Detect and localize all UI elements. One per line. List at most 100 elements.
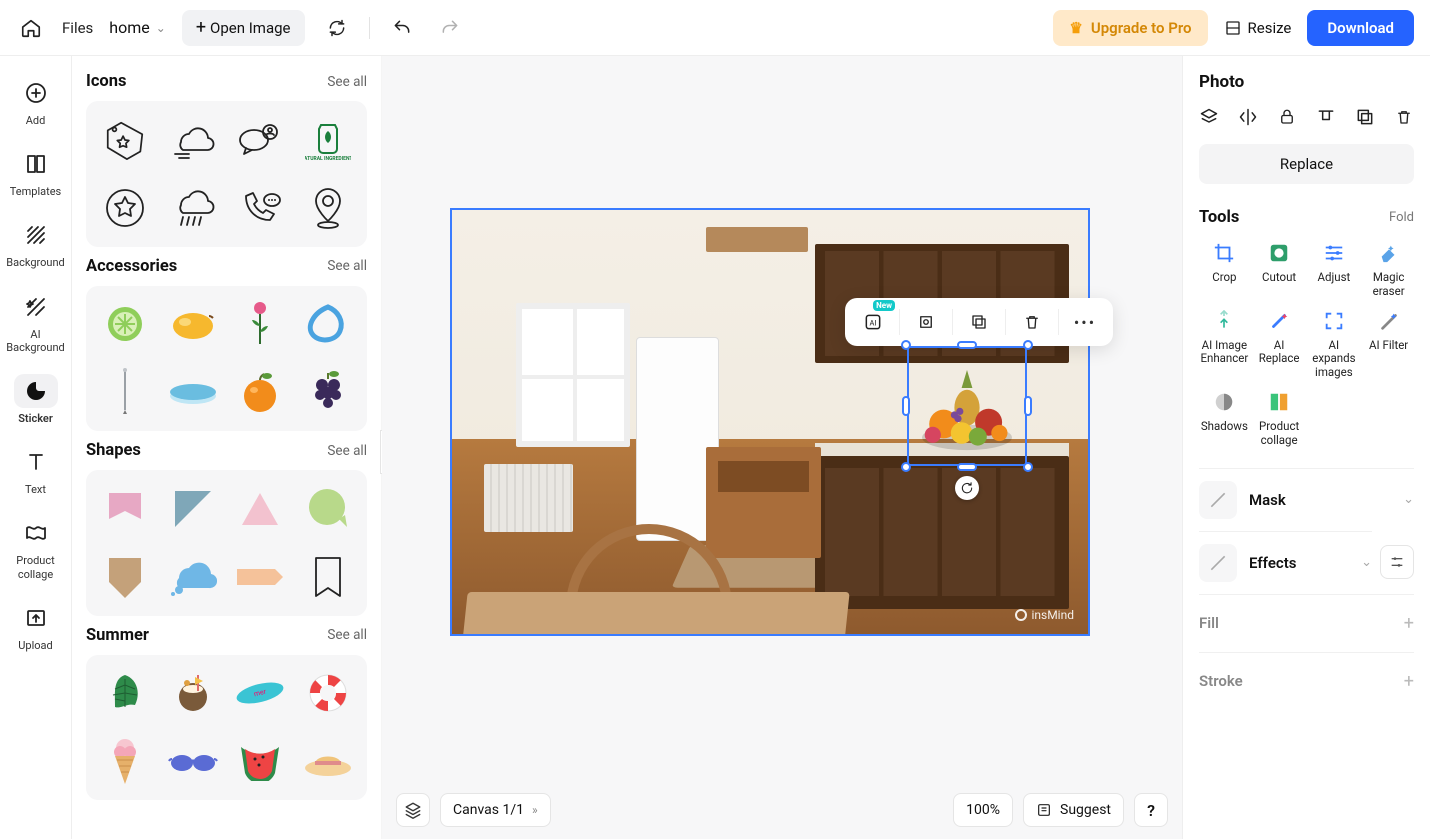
rail-templates[interactable]: Templates xyxy=(4,141,68,204)
canvas-chip[interactable]: Canvas 1/1 » xyxy=(440,793,551,827)
tool-magic-eraser[interactable]: Magic eraser xyxy=(1363,241,1414,299)
mask-accordion[interactable]: Mask ⌄ xyxy=(1199,468,1414,531)
suggest-button[interactable]: Suggest xyxy=(1023,793,1124,827)
rail-sticker[interactable]: Sticker xyxy=(4,368,68,431)
sunglasses-sticker[interactable] xyxy=(164,732,222,790)
needle-sticker[interactable] xyxy=(96,363,154,421)
orange-sticker[interactable] xyxy=(232,363,290,421)
resize-edge-bottom[interactable] xyxy=(957,463,977,471)
effects-accordion[interactable]: Effects ⌄ xyxy=(1199,531,1372,594)
ice-cream-sticker[interactable] xyxy=(96,732,154,790)
replace-button[interactable]: Replace xyxy=(1199,144,1414,184)
rail-product-collage[interactable]: Product collage xyxy=(4,510,68,586)
redo-button[interactable] xyxy=(434,12,466,44)
surfboard-sticker[interactable]: mer xyxy=(232,665,290,723)
lock-button[interactable] xyxy=(1277,106,1298,128)
fold-button[interactable]: Fold xyxy=(1389,210,1414,225)
see-all-shapes[interactable]: See all xyxy=(327,443,367,459)
mango-sticker[interactable] xyxy=(164,296,222,354)
layers-button[interactable] xyxy=(396,793,430,827)
tool-ai-enhancer[interactable]: AI Image Enhancer xyxy=(1199,309,1250,380)
project-dropdown[interactable]: home ⌄ xyxy=(109,18,166,37)
tool-shadows[interactable]: Shadows xyxy=(1199,390,1250,448)
rail-upload[interactable]: Upload xyxy=(4,595,68,658)
home-button[interactable] xyxy=(16,13,46,43)
see-all-accessories[interactable]: See all xyxy=(327,258,367,274)
ai-magic-button[interactable]: AI New xyxy=(855,304,891,340)
resize-edge-left[interactable] xyxy=(902,396,910,416)
tool-crop[interactable]: Crop xyxy=(1199,241,1250,299)
phone-chat-icon[interactable] xyxy=(232,179,290,237)
water-tray-sticker[interactable] xyxy=(164,363,222,421)
see-all-summer[interactable]: See all xyxy=(327,627,367,643)
tool-cutout[interactable]: Cutout xyxy=(1254,241,1305,299)
triangle-pink-shape[interactable] xyxy=(232,480,290,538)
zoom-chip[interactable]: 100% xyxy=(953,793,1013,827)
triangle-cut-blue-shape[interactable] xyxy=(164,480,222,538)
shield-tan-shape[interactable] xyxy=(96,548,154,606)
help-button[interactable]: ? xyxy=(1134,793,1168,827)
tool-adjust[interactable]: Adjust xyxy=(1309,241,1360,299)
selected-sticker[interactable] xyxy=(907,346,1027,466)
star-badge-icon[interactable] xyxy=(96,179,154,237)
upgrade-button[interactable]: ♛ Upgrade to Pro xyxy=(1053,10,1207,46)
natural-ingredients-icon[interactable]: NATURAL INGREDIENTS xyxy=(299,111,357,169)
grapes-sticker[interactable] xyxy=(299,363,357,421)
tool-product-collage[interactable]: Product collage xyxy=(1254,390,1305,448)
lifebuoy-sticker[interactable] xyxy=(299,665,357,723)
see-all-icons[interactable]: See all xyxy=(327,74,367,90)
more-button[interactable]: ••• xyxy=(1067,304,1103,340)
rail-background[interactable]: Background xyxy=(4,212,68,275)
cloud-rain-icon[interactable] xyxy=(164,179,222,237)
delete-layer-button[interactable] xyxy=(1393,106,1414,128)
tag-peach-shape[interactable] xyxy=(232,548,290,606)
tag-star-icon[interactable] xyxy=(96,111,154,169)
tool-ai-filter[interactable]: AI Filter xyxy=(1363,309,1414,380)
fill-row[interactable]: Fill + xyxy=(1199,594,1414,652)
download-button[interactable]: Download xyxy=(1307,10,1414,46)
speech-round-green-shape[interactable] xyxy=(299,480,357,538)
resize-handle-tl[interactable] xyxy=(901,340,911,350)
rotate-handle[interactable] xyxy=(955,476,979,500)
tool-ai-expand[interactable]: AI expands images xyxy=(1309,309,1360,380)
duplicate-button[interactable] xyxy=(961,304,997,340)
location-pin-icon[interactable] xyxy=(299,179,357,237)
resize-handle-br[interactable] xyxy=(1023,462,1033,472)
bookmark-outline-shape[interactable] xyxy=(299,548,357,606)
resize-button[interactable]: Resize xyxy=(1224,19,1292,37)
coconut-drink-sticker[interactable] xyxy=(164,665,222,723)
cloud-wind-icon[interactable] xyxy=(164,111,222,169)
ai-background-icon xyxy=(24,295,48,319)
delete-button[interactable] xyxy=(1014,304,1050,340)
water-splash-sticker[interactable] xyxy=(299,296,357,354)
rail-ai-background[interactable]: AI Background xyxy=(4,284,68,360)
resize-edge-top[interactable] xyxy=(957,341,977,349)
cucumber-sticker[interactable] xyxy=(96,296,154,354)
align-button[interactable] xyxy=(1315,106,1336,128)
effects-settings-button[interactable] xyxy=(1380,545,1414,579)
rose-sticker[interactable] xyxy=(232,296,290,354)
resize-edge-right[interactable] xyxy=(1024,396,1032,416)
stroke-row[interactable]: Stroke + xyxy=(1199,652,1414,710)
crop-in-toolbar[interactable] xyxy=(908,304,944,340)
rail-text[interactable]: Text xyxy=(4,439,68,502)
flip-button[interactable] xyxy=(1238,106,1259,128)
undo-button[interactable] xyxy=(386,12,418,44)
resize-handle-tr[interactable] xyxy=(1023,340,1033,350)
sync-button[interactable] xyxy=(321,12,353,44)
tool-ai-replace[interactable]: AI Replace xyxy=(1254,309,1305,380)
layer-order-button[interactable] xyxy=(1199,106,1220,128)
open-image-button[interactable]: + Open Image xyxy=(182,10,305,46)
watermelon-sticker[interactable] xyxy=(232,732,290,790)
cloud-blue-shape[interactable] xyxy=(164,548,222,606)
rail-add[interactable]: Add xyxy=(4,70,68,133)
monstera-leaf-sticker[interactable] xyxy=(96,665,154,723)
left-rail: Add Templates Background AI Background S… xyxy=(0,56,72,839)
sun-hat-sticker[interactable] xyxy=(299,732,357,790)
resize-handle-bl[interactable] xyxy=(901,462,911,472)
ribbon-pink-shape[interactable] xyxy=(96,480,154,538)
chat-user-icon[interactable] xyxy=(232,111,290,169)
canvas-area[interactable]: insMind AI New ••• xyxy=(382,56,1182,839)
copy-button[interactable] xyxy=(1354,106,1375,128)
files-link[interactable]: Files xyxy=(62,19,93,37)
